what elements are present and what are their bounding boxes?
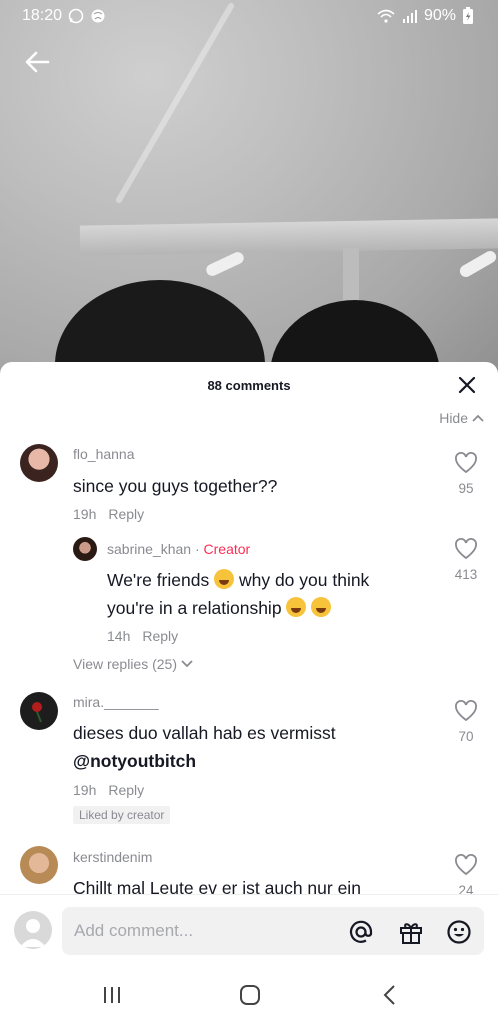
like-button[interactable]: 70 — [452, 700, 480, 744]
mention-icon[interactable] — [348, 919, 374, 945]
like-button[interactable]: 24 — [452, 854, 480, 898]
reply-button[interactable]: Reply — [108, 506, 144, 522]
heart-icon — [455, 700, 477, 722]
my-avatar — [14, 911, 52, 949]
comment-input-placeholder: Add comment... — [74, 921, 194, 940]
chevron-down-icon — [181, 660, 193, 668]
status-bar: 18:20 90% — [0, 0, 498, 32]
whatsapp-icon — [68, 8, 84, 24]
heart-icon — [455, 854, 477, 876]
globe-icon — [91, 9, 105, 23]
comment-text-line: dieses duo vallah hab es vermisst — [73, 723, 336, 743]
comment-username[interactable]: mira._______ — [73, 694, 159, 710]
comment-text-part: why do you think — [234, 570, 370, 590]
default-avatar-icon — [20, 919, 46, 947]
comment-time: 14h — [107, 628, 131, 644]
comment-input[interactable]: Add comment... — [62, 907, 484, 955]
close-icon[interactable] — [456, 374, 478, 396]
comments-count-title: 88 comments — [207, 378, 291, 393]
home-icon[interactable] — [239, 984, 261, 1006]
grinning-sweat-emoji-icon — [214, 569, 235, 589]
comment-text: dieses duo vallah hab es vermisst @notyo… — [73, 719, 336, 775]
creator-tag: Creator — [203, 541, 251, 557]
comment-text-part: We're friends — [107, 570, 215, 590]
system-nav-bar — [0, 970, 498, 1024]
hide-button[interactable]: Hide — [439, 410, 484, 426]
grinning-sweat-emoji-icon — [311, 597, 332, 617]
comment-text-part: you're in a relationship — [107, 598, 287, 618]
avatar[interactable] — [20, 692, 58, 730]
mention-link[interactable]: @notyoutbitch — [73, 751, 196, 771]
avatar[interactable] — [73, 537, 97, 561]
ceiling-light — [204, 250, 246, 278]
chevron-up-icon — [472, 414, 484, 422]
like-count: 70 — [458, 729, 474, 744]
comment-username[interactable]: flo_hanna — [73, 446, 135, 462]
light-streak — [114, 1, 236, 205]
comment-text: Chillt mal Leute ev er ist auch nur ein — [73, 878, 361, 894]
comment-meta: 19h Reply — [73, 782, 144, 798]
comment-text: since you guys together?? — [73, 476, 278, 496]
view-replies-label: View replies (25) — [73, 656, 178, 672]
ceiling-beam — [79, 218, 498, 256]
view-replies-button[interactable]: View replies (25) — [73, 656, 193, 672]
hide-label: Hide — [439, 410, 468, 426]
comment-username[interactable]: kerstindenim — [73, 849, 152, 865]
liked-by-creator-badge: Liked by creator — [73, 806, 171, 824]
reply-button[interactable]: Reply — [142, 628, 178, 644]
like-button[interactable]: 413 — [452, 538, 480, 582]
comment-meta: 19h Reply — [73, 506, 144, 522]
ceiling-light — [457, 248, 498, 280]
heart-icon — [455, 538, 477, 560]
gift-icon[interactable] — [398, 919, 424, 945]
like-button[interactable]: 95 — [452, 452, 480, 496]
back-arrow-icon[interactable] — [22, 46, 54, 78]
avatar[interactable] — [20, 846, 58, 884]
comment-time: 19h — [73, 782, 97, 798]
status-time: 18:20 — [22, 7, 63, 24]
battery-icon — [463, 7, 473, 24]
like-count: 95 — [458, 481, 474, 496]
comment-username[interactable]: sabrine_khan — [107, 541, 191, 557]
heart-icon — [455, 452, 477, 474]
avatar[interactable] — [20, 444, 58, 482]
wifi-icon — [377, 9, 395, 23]
back-icon[interactable] — [380, 984, 402, 1006]
like-count: 413 — [454, 567, 478, 582]
battery-percent: 90% — [423, 7, 456, 24]
rose-icon — [32, 702, 42, 723]
reply-button[interactable]: Reply — [108, 782, 144, 798]
comment-meta: 14h Reply — [107, 628, 178, 644]
comment-text: We're friends why do you think you're in… — [107, 566, 369, 622]
recent-apps-icon[interactable] — [101, 984, 123, 1006]
comment-time: 19h — [73, 506, 97, 522]
video-background[interactable] — [0, 0, 498, 380]
reply-username-row: sabrine_khan · Creator — [107, 541, 251, 557]
comment-composer: Add comment... — [0, 894, 498, 971]
emoji-icon[interactable] — [446, 919, 472, 945]
crying-emoji-icon — [286, 597, 307, 617]
signal-icon — [402, 10, 417, 23]
